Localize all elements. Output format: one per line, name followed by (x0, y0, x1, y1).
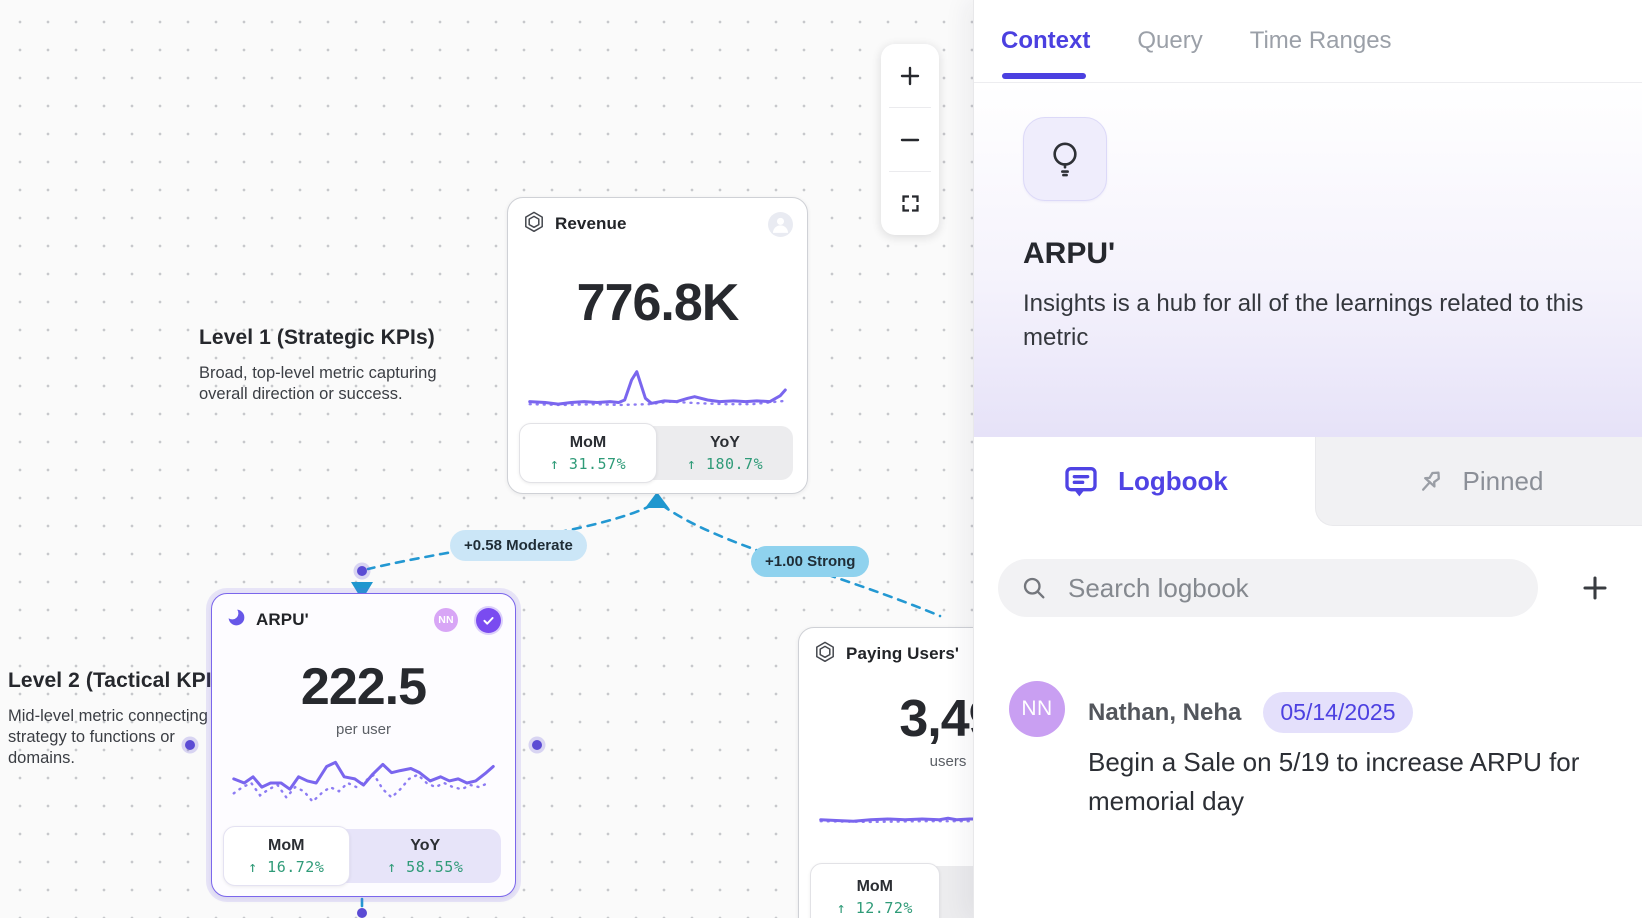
tab-label: Query (1137, 27, 1202, 55)
lightbulb-icon (1044, 138, 1086, 180)
yoy-value: ↑ 58.55% (387, 858, 463, 876)
connection-handle[interactable] (532, 740, 542, 750)
zoom-in-button[interactable] (881, 44, 939, 107)
zoom-out-icon (898, 128, 922, 152)
panel-tab-bar: Context Query Time Ranges (974, 0, 1642, 83)
context-side-panel: Context Query Time Ranges ARPU' Insights… (973, 0, 1642, 918)
metric-description: Insights is a hub for all of the learnin… (1023, 287, 1603, 355)
hexagon-metric-icon (522, 210, 546, 239)
change-stats: MoM ↑ 16.72% YoY ↑ 58.55% (226, 829, 501, 883)
search-icon (1020, 574, 1048, 602)
plus-icon (1579, 572, 1611, 604)
change-stats: MoM ↑ 31.57% YoY ↑ 180.7% (522, 426, 793, 480)
mom-stat[interactable]: MoM ↑ 31.57% (519, 423, 657, 483)
lightbulb-icon-box (1023, 117, 1107, 201)
yoy-label: YoY (710, 434, 740, 452)
correlation-label: +0.58 Moderate (464, 537, 573, 554)
logbook-search-row (998, 559, 1612, 617)
arrowhead-up-icon (645, 492, 669, 508)
log-entry[interactable]: NN Nathan, Neha 05/14/2025 Begin a Sale … (1009, 681, 1618, 821)
logbook-comment-icon (1061, 462, 1101, 502)
mom-label: MoM (570, 434, 606, 452)
zoom-out-button[interactable] (881, 108, 939, 171)
add-log-entry-button[interactable] (1578, 571, 1612, 605)
fit-view-button[interactable] (881, 172, 939, 235)
tab-label: Context (1001, 27, 1090, 55)
card-title: ARPU' (256, 610, 309, 630)
card-title: Revenue (555, 214, 627, 234)
mom-value: ↑ 31.57% (550, 455, 626, 473)
metric-value: 776.8K (522, 277, 793, 329)
metric-unit: per user (226, 721, 501, 738)
mom-label: MoM (268, 837, 304, 855)
mom-value: ↑ 16.72% (248, 858, 324, 876)
owner-avatar-icon[interactable] (768, 212, 793, 237)
card-title: Paying Users' (846, 644, 959, 664)
yoy-value: ↑ 180.7% (687, 455, 763, 473)
metric-name-heading: ARPU' (1023, 237, 1642, 271)
sparkline-chart (528, 365, 787, 415)
logbook-search-bar[interactable] (998, 559, 1538, 617)
tab-pinned[interactable]: Pinned (1315, 437, 1642, 526)
mom-value: ↑ 12.72% (837, 899, 913, 917)
yoy-label: YoY (410, 837, 440, 855)
collaborator-badge[interactable]: NN (434, 608, 458, 632)
tab-logbook[interactable]: Logbook (974, 437, 1315, 526)
pin-icon (1415, 466, 1446, 497)
connection-handle[interactable] (357, 566, 367, 576)
metric-context-header: ARPU' Insights is a hub for all of the l… (974, 83, 1642, 437)
zoom-in-icon (898, 64, 922, 88)
correlation-pill-strong[interactable]: +1.00 Strong (751, 546, 869, 577)
correlation-label: +1.00 Strong (765, 553, 855, 570)
avatar: NN (1009, 681, 1065, 737)
fit-view-icon (900, 193, 921, 214)
connection-handle[interactable] (185, 740, 195, 750)
tab-time-ranges[interactable]: Time Ranges (1250, 0, 1392, 82)
metric-tree-app: Level 1 (Strategic KPIs) Broad, top-leve… (0, 0, 1642, 918)
mom-label: MoM (857, 878, 893, 896)
metric-value: 222.5 (226, 661, 501, 713)
connection-handle[interactable] (357, 908, 367, 918)
moon-metric-icon (226, 607, 247, 633)
correlation-pill-moderate[interactable]: +0.58 Moderate (450, 530, 587, 561)
section-tab-label: Logbook (1118, 466, 1228, 497)
tab-query[interactable]: Query (1137, 0, 1202, 82)
yoy-stat[interactable]: YoY ↑ 58.55% (350, 829, 502, 883)
entry-author: Nathan, Neha (1088, 699, 1241, 727)
section-tab-label: Pinned (1463, 466, 1544, 497)
mom-stat[interactable]: MoM ↑ 12.72% (810, 863, 940, 918)
hexagon-metric-icon (813, 640, 837, 669)
yoy-stat[interactable]: YoY ↑ 180.7% (657, 426, 793, 480)
entry-message: Begin a Sale on 5/19 to increase ARPU fo… (1088, 743, 1603, 821)
verified-check-icon (476, 608, 501, 633)
sparkline-chart (232, 752, 495, 814)
search-input[interactable] (1066, 572, 1538, 605)
metric-card-revenue[interactable]: Revenue 776.8K MoM ↑ 31.57% YoY (507, 197, 808, 494)
tab-context[interactable]: Context (1001, 0, 1090, 82)
tab-label: Time Ranges (1250, 27, 1392, 55)
entry-date-badge[interactable]: 05/14/2025 (1263, 692, 1412, 733)
mom-stat[interactable]: MoM ↑ 16.72% (223, 826, 350, 886)
metric-card-arpu[interactable]: ARPU' NN 222.5 per user MoM ↑ 16.72% (211, 593, 516, 897)
canvas-zoom-toolbar (881, 44, 939, 235)
logbook-pinned-tabs: Logbook Pinned (974, 437, 1642, 526)
